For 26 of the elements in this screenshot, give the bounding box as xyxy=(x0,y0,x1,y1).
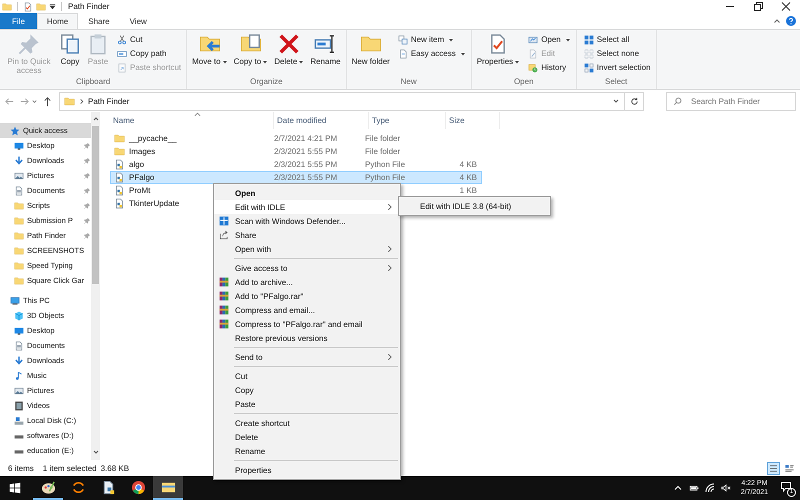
file-name: Images xyxy=(129,147,156,156)
file-size: 1 KB xyxy=(460,186,477,195)
item-count: 6 items xyxy=(8,464,34,472)
file-name: PFalgo xyxy=(129,173,154,182)
group-label: New xyxy=(400,77,417,88)
file-name: ProMt xyxy=(129,186,150,195)
file-type: File folder xyxy=(365,134,400,143)
date-modified: 2/3/2021 5:55 PM xyxy=(274,147,338,156)
group-label: Open xyxy=(514,77,534,88)
file-name: algo xyxy=(129,160,144,169)
file-type: Python File xyxy=(365,173,406,182)
file-size: 4 KB xyxy=(460,160,477,169)
window-title: Path Finder xyxy=(68,2,110,11)
group-label: Clipboard xyxy=(76,77,110,88)
date-modified: 2/3/2021 5:55 PM xyxy=(274,173,338,182)
file-type: File folder xyxy=(365,147,400,156)
file-name: TkinterUpdate xyxy=(129,199,180,208)
date-modified: 2/3/2021 5:55 PM xyxy=(274,160,338,169)
file-size: 4 KB xyxy=(460,173,477,182)
selection-count: 1 item selected xyxy=(42,464,97,472)
selection-size: 3.68 KB xyxy=(100,464,130,472)
group-label: Select xyxy=(605,77,628,88)
file-name: __pycache__ xyxy=(129,134,177,143)
group-label: Organize xyxy=(250,77,283,88)
file-type: Python File xyxy=(365,160,406,169)
date-modified: 2/7/2021 4:21 PM xyxy=(274,134,338,143)
